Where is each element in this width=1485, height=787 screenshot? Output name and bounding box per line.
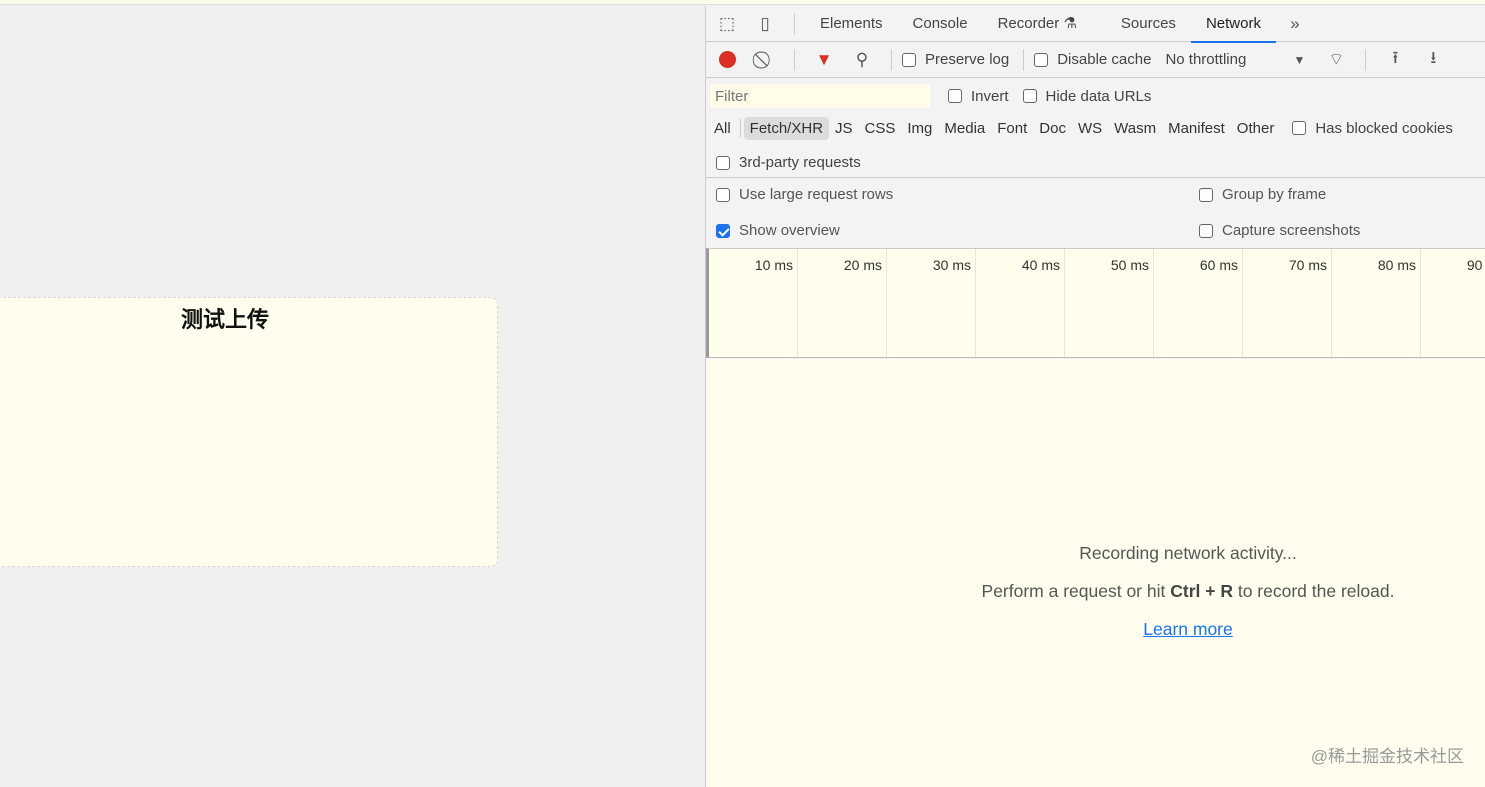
clear-icon[interactable]: ⃠ [752, 47, 778, 73]
divider [739, 119, 741, 137]
reload-hint: Perform a request or hit Ctrl + R to rec… [968, 581, 1408, 602]
preserve-log-label: Preserve log [925, 51, 1010, 68]
filter-bar: Invert Hide data URLs [706, 82, 1485, 110]
invert-label: Invert [971, 87, 1009, 105]
hint-post: to record the reload. [1232, 581, 1395, 601]
learn-more-wrap: Learn more [968, 619, 1408, 640]
third-party-label: 3rd-party requests [739, 154, 861, 171]
time-tick: 90 ms [1421, 249, 1485, 357]
third-party-checkbox[interactable] [716, 155, 730, 170]
resource-type-filters: All Fetch/XHR JS CSS Img Media Font Doc … [706, 114, 1485, 142]
time-tick: 60 ms [1154, 249, 1243, 357]
type-font[interactable]: Font [991, 117, 1033, 140]
tab-console[interactable]: Console [898, 6, 983, 42]
network-toolbar: ⃠ ▼ ⚲ Preserve log Disable cache No thro… [706, 42, 1485, 78]
time-tick: 30 ms [887, 249, 976, 357]
group-by-frame-option[interactable]: Group by frame [1199, 186, 1326, 203]
capture-screenshots-label: Capture screenshots [1222, 222, 1361, 239]
type-img[interactable]: Img [901, 117, 938, 140]
network-overview[interactable]: 10 ms 20 ms 30 ms 40 ms 50 ms 60 ms 70 m… [706, 248, 1485, 358]
tab-recorder-label: Recorder [997, 14, 1060, 32]
divider [794, 48, 795, 71]
request-list-empty: Recording network activity... Perform a … [706, 359, 1485, 787]
hint-pre: Perform a request or hit [981, 581, 1171, 601]
learn-more-link[interactable]: Learn more [1143, 619, 1233, 639]
tab-sources[interactable]: Sources [1106, 6, 1191, 42]
devtools-tabbar: ⬚ ▯ Elements Console Recorder ⚗ Sources … [706, 6, 1485, 43]
divider [1365, 48, 1367, 71]
tab-recorder[interactable]: Recorder ⚗ [983, 6, 1092, 42]
show-overview-option[interactable]: Show overview [716, 222, 840, 239]
time-tick: 10 ms [709, 249, 798, 357]
network-conditions-icon[interactable]: ⌔ [1323, 47, 1349, 73]
third-party-row: 3rd-party requests [706, 148, 1485, 178]
disable-cache-label: Disable cache [1057, 51, 1152, 68]
type-fetch-xhr[interactable]: Fetch/XHR [743, 116, 830, 140]
type-css[interactable]: CSS [859, 117, 902, 140]
preserve-log-checkbox[interactable] [902, 52, 916, 67]
record-button[interactable] [714, 47, 740, 73]
group-by-frame-label: Group by frame [1222, 186, 1327, 203]
disable-cache-checkbox[interactable] [1034, 52, 1049, 67]
capture-screenshots-checkbox[interactable] [1199, 223, 1213, 238]
large-rows-option[interactable]: Use large request rows [716, 186, 893, 203]
search-icon[interactable]: ⚲ [849, 47, 875, 73]
show-overview-checkbox[interactable] [716, 223, 730, 238]
show-overview-label: Show overview [739, 222, 840, 239]
has-blocked-cookies-label: Has blocked cookies [1315, 119, 1453, 137]
large-rows-label: Use large request rows [739, 186, 894, 203]
upload-card: 测试上传 [0, 297, 498, 567]
invert-checkbox[interactable] [948, 89, 962, 103]
large-rows-checkbox[interactable] [716, 187, 730, 202]
time-tick: 80 ms [1332, 249, 1421, 357]
hide-data-urls-label: Hide data URLs [1045, 87, 1152, 105]
tab-elements[interactable]: Elements [805, 6, 898, 42]
type-media[interactable]: Media [938, 117, 991, 140]
time-tick: 20 ms [798, 249, 887, 357]
type-wasm[interactable]: Wasm [1108, 117, 1162, 140]
page-heading: 测试上传 [181, 307, 270, 332]
type-js[interactable]: JS [829, 117, 859, 140]
chevron-down-icon[interactable]: ▼ [1293, 53, 1305, 67]
browser-top-edge [0, 0, 1485, 5]
divider [891, 48, 892, 71]
tab-network[interactable]: Network [1190, 6, 1276, 43]
hide-data-urls-checkbox[interactable] [1022, 89, 1037, 103]
shortcut: Ctrl + R [1170, 581, 1233, 601]
more-tabs-icon[interactable]: » [1282, 11, 1308, 37]
inspect-element-icon[interactable]: ⬚ [714, 11, 740, 37]
devtools-panel: ⬚ ▯ Elements Console Recorder ⚗ Sources … [705, 6, 1485, 787]
throttling-select[interactable]: No throttling [1165, 51, 1273, 68]
record-icon [718, 51, 736, 68]
watermark: @稀土掘金技术社区 [1310, 747, 1464, 766]
type-manifest[interactable]: Manifest [1162, 117, 1231, 140]
filter-icon[interactable]: ▼ [811, 47, 837, 73]
recording-message: Recording network activity... [1079, 543, 1297, 563]
filter-input[interactable] [710, 84, 930, 108]
time-tick: 40 ms [976, 249, 1065, 357]
divider [794, 12, 795, 35]
type-all[interactable]: All [714, 117, 737, 140]
has-blocked-cookies-checkbox[interactable] [1292, 121, 1307, 135]
import-har-icon[interactable]: ⭱ [1382, 47, 1408, 73]
flask-icon: ⚗ [1063, 14, 1077, 32]
type-other[interactable]: Other [1231, 117, 1281, 140]
divider [1023, 48, 1025, 71]
time-tick: 70 ms [1243, 249, 1332, 357]
device-toolbar-icon[interactable]: ▯ [752, 11, 778, 37]
type-ws[interactable]: WS [1072, 117, 1108, 140]
export-har-icon[interactable]: ⭳ [1420, 47, 1446, 73]
type-doc[interactable]: Doc [1033, 117, 1072, 140]
capture-screenshots-option[interactable]: Capture screenshots [1199, 222, 1360, 239]
group-by-frame-checkbox[interactable] [1199, 187, 1213, 202]
time-tick: 50 ms [1065, 249, 1154, 357]
